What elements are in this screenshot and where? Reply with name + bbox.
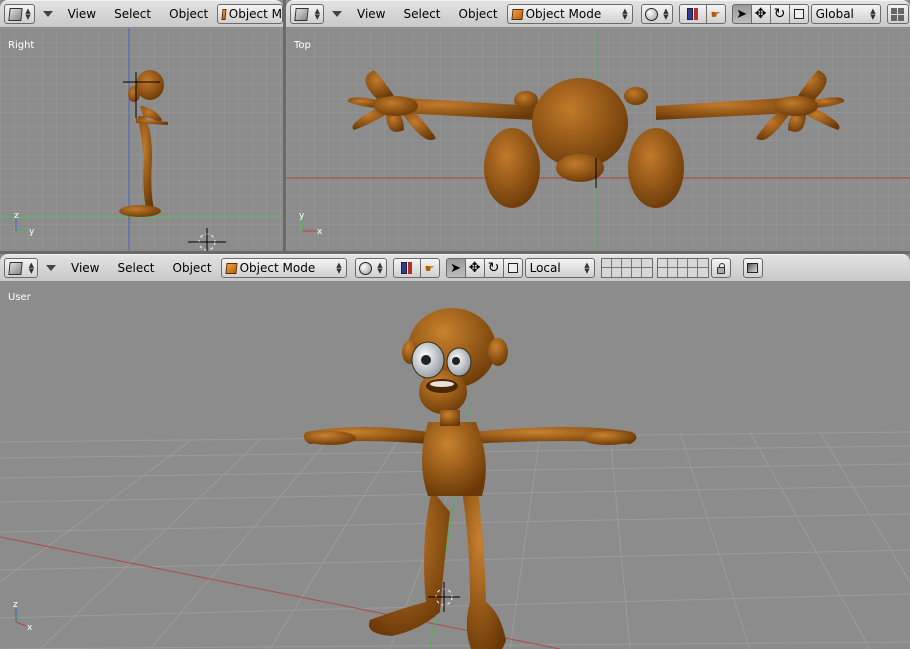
user-viewport[interactable]: z x User ▲ ▼ View Select Object Object Mo… bbox=[0, 254, 910, 649]
scale-tool-button[interactable] bbox=[502, 258, 523, 278]
axis-y-label: y bbox=[29, 227, 35, 237]
translate-tool-button[interactable]: ✥ bbox=[464, 258, 485, 278]
viewport-name-label: User bbox=[8, 292, 31, 303]
select-menu[interactable]: Select bbox=[105, 7, 160, 21]
object-mode-icon bbox=[221, 8, 227, 20]
mode-select[interactable]: Object Mode ▲ ▼ bbox=[506, 4, 633, 24]
rotate-tool-button[interactable]: ↻ bbox=[769, 4, 790, 24]
top-viewport-canvas[interactable]: y x bbox=[286, 28, 910, 251]
solid-shading-icon bbox=[358, 261, 372, 275]
manipulator-toggle[interactable]: ☛ bbox=[419, 258, 440, 278]
axis-z-label: z bbox=[14, 211, 19, 221]
orientation-select[interactable]: Global ▲ ▼ bbox=[810, 4, 881, 24]
updown-arrows-icon: ▲ ▼ bbox=[622, 7, 628, 21]
view-menu[interactable]: View bbox=[59, 7, 105, 21]
3d-view-icon bbox=[8, 7, 23, 21]
editor-type-button[interactable]: ▲ ▼ bbox=[290, 4, 324, 24]
mode-select-value: Object M bbox=[228, 7, 282, 21]
select-menu[interactable]: Select bbox=[108, 261, 163, 275]
updown-arrows-icon: ▲ ▼ bbox=[870, 7, 876, 21]
rotate-icon: ↻ bbox=[487, 260, 500, 276]
user-viewport-canvas[interactable]: z x bbox=[0, 282, 910, 649]
mode-select[interactable]: Object Mode ▲ ▼ bbox=[220, 258, 347, 278]
viewport-name-label: Right bbox=[8, 40, 35, 51]
viewport-name-label: Top bbox=[294, 40, 311, 51]
updown-arrows-icon: ▲ ▼ bbox=[314, 7, 320, 21]
layer-buttons-group-2[interactable] bbox=[656, 258, 709, 278]
updown-arrows-icon: ▲ ▼ bbox=[25, 7, 31, 21]
maximize-button[interactable] bbox=[886, 4, 909, 24]
hand-icon: ☛ bbox=[424, 261, 435, 275]
translate-tool-button[interactable]: ✥ bbox=[750, 4, 771, 24]
select-menu[interactable]: Select bbox=[394, 7, 449, 21]
layer-buttons-group-1[interactable] bbox=[600, 258, 653, 278]
scale-icon bbox=[507, 263, 518, 273]
top-viewport-header: ▲ ▼ View Select Object Object Mode ▲ ▼ ▲ ▼ … bbox=[286, 0, 910, 28]
mode-select[interactable]: Object M bbox=[217, 4, 283, 24]
updown-arrows-icon: ▲ ▼ bbox=[28, 261, 34, 275]
lock-icon bbox=[716, 262, 725, 274]
object-menu[interactable]: Object bbox=[160, 7, 217, 21]
pivot-button[interactable] bbox=[678, 4, 707, 24]
pivot-icon-accent bbox=[408, 262, 413, 274]
pivot-button[interactable] bbox=[392, 258, 421, 278]
3d-view-icon bbox=[294, 7, 309, 21]
orientation-select[interactable]: Local ▲ ▼ bbox=[524, 258, 595, 278]
editor-type-button[interactable]: ▲ ▼ bbox=[4, 258, 38, 278]
top-viewport[interactable]: y x Top ▲ ▼ View Select Object Object Mod… bbox=[286, 0, 910, 251]
collapse-menu-icon[interactable] bbox=[42, 11, 53, 17]
right-viewport[interactable]: z y Right ▲ ▼ View Select Object Object M bbox=[0, 0, 283, 251]
view-menu[interactable]: View bbox=[348, 7, 394, 21]
collapse-menu-icon[interactable] bbox=[46, 265, 56, 271]
rotate-tool-button[interactable]: ↻ bbox=[483, 258, 504, 278]
lock-layers-button[interactable] bbox=[710, 258, 731, 278]
solid-shading-icon bbox=[644, 7, 658, 21]
draw-type-button[interactable]: ▲ ▼ bbox=[640, 4, 673, 24]
object-menu[interactable]: Object bbox=[164, 261, 221, 275]
quad-view-icon bbox=[891, 7, 905, 21]
cursor-icon: ➤ bbox=[450, 260, 462, 276]
manipulator-toggle[interactable]: ☛ bbox=[705, 4, 726, 24]
draw-type-button[interactable]: ▲ ▼ bbox=[354, 258, 387, 278]
scale-tool-button[interactable] bbox=[788, 4, 809, 24]
hand-icon: ☛ bbox=[710, 7, 721, 21]
updown-arrows-icon: ▲ ▼ bbox=[377, 261, 383, 275]
cursor-icon: ➤ bbox=[736, 6, 748, 22]
right-viewport-header: ▲ ▼ View Select Object Object M bbox=[0, 0, 283, 28]
render-preview-button[interactable] bbox=[742, 258, 763, 278]
move-arrows-icon: ✥ bbox=[754, 6, 767, 22]
pivot-icon-accent bbox=[694, 8, 699, 20]
orientation-select-value: Local bbox=[529, 261, 561, 275]
select-tool-button[interactable]: ➤ bbox=[731, 4, 752, 24]
collapse-menu-icon[interactable] bbox=[332, 11, 342, 17]
object-mode-icon bbox=[225, 262, 238, 274]
user-viewport-header: ▲ ▼ View Select Object Object Mode ▲ ▼ ▲ ▼ … bbox=[0, 254, 910, 282]
image-icon bbox=[747, 263, 759, 273]
right-viewport-canvas[interactable]: z y bbox=[0, 28, 283, 251]
object-menu[interactable]: Object bbox=[450, 7, 507, 21]
move-arrows-icon: ✥ bbox=[468, 260, 481, 276]
mode-select-value: Object Mode bbox=[239, 261, 316, 275]
updown-arrows-icon: ▲ ▼ bbox=[584, 261, 590, 275]
axis-y-label: y bbox=[299, 211, 305, 221]
pivot-icon bbox=[687, 8, 694, 20]
editor-type-button[interactable]: ▲ ▼ bbox=[4, 4, 35, 24]
object-mode-icon bbox=[511, 8, 524, 20]
axis-x-label: x bbox=[27, 623, 33, 633]
axis-x-label: x bbox=[317, 227, 323, 237]
mode-select-value: Object Mode bbox=[525, 7, 602, 21]
updown-arrows-icon: ▲ ▼ bbox=[663, 7, 669, 21]
orientation-select-value: Global bbox=[815, 7, 854, 21]
view-menu[interactable]: View bbox=[62, 261, 108, 275]
axis-z-label: z bbox=[13, 600, 18, 610]
rotate-icon: ↻ bbox=[773, 6, 786, 22]
updown-arrows-icon: ▲ ▼ bbox=[336, 261, 342, 275]
scale-icon bbox=[793, 9, 804, 19]
select-tool-button[interactable]: ➤ bbox=[445, 258, 466, 278]
pivot-icon bbox=[401, 262, 408, 274]
3d-view-icon bbox=[8, 261, 23, 275]
